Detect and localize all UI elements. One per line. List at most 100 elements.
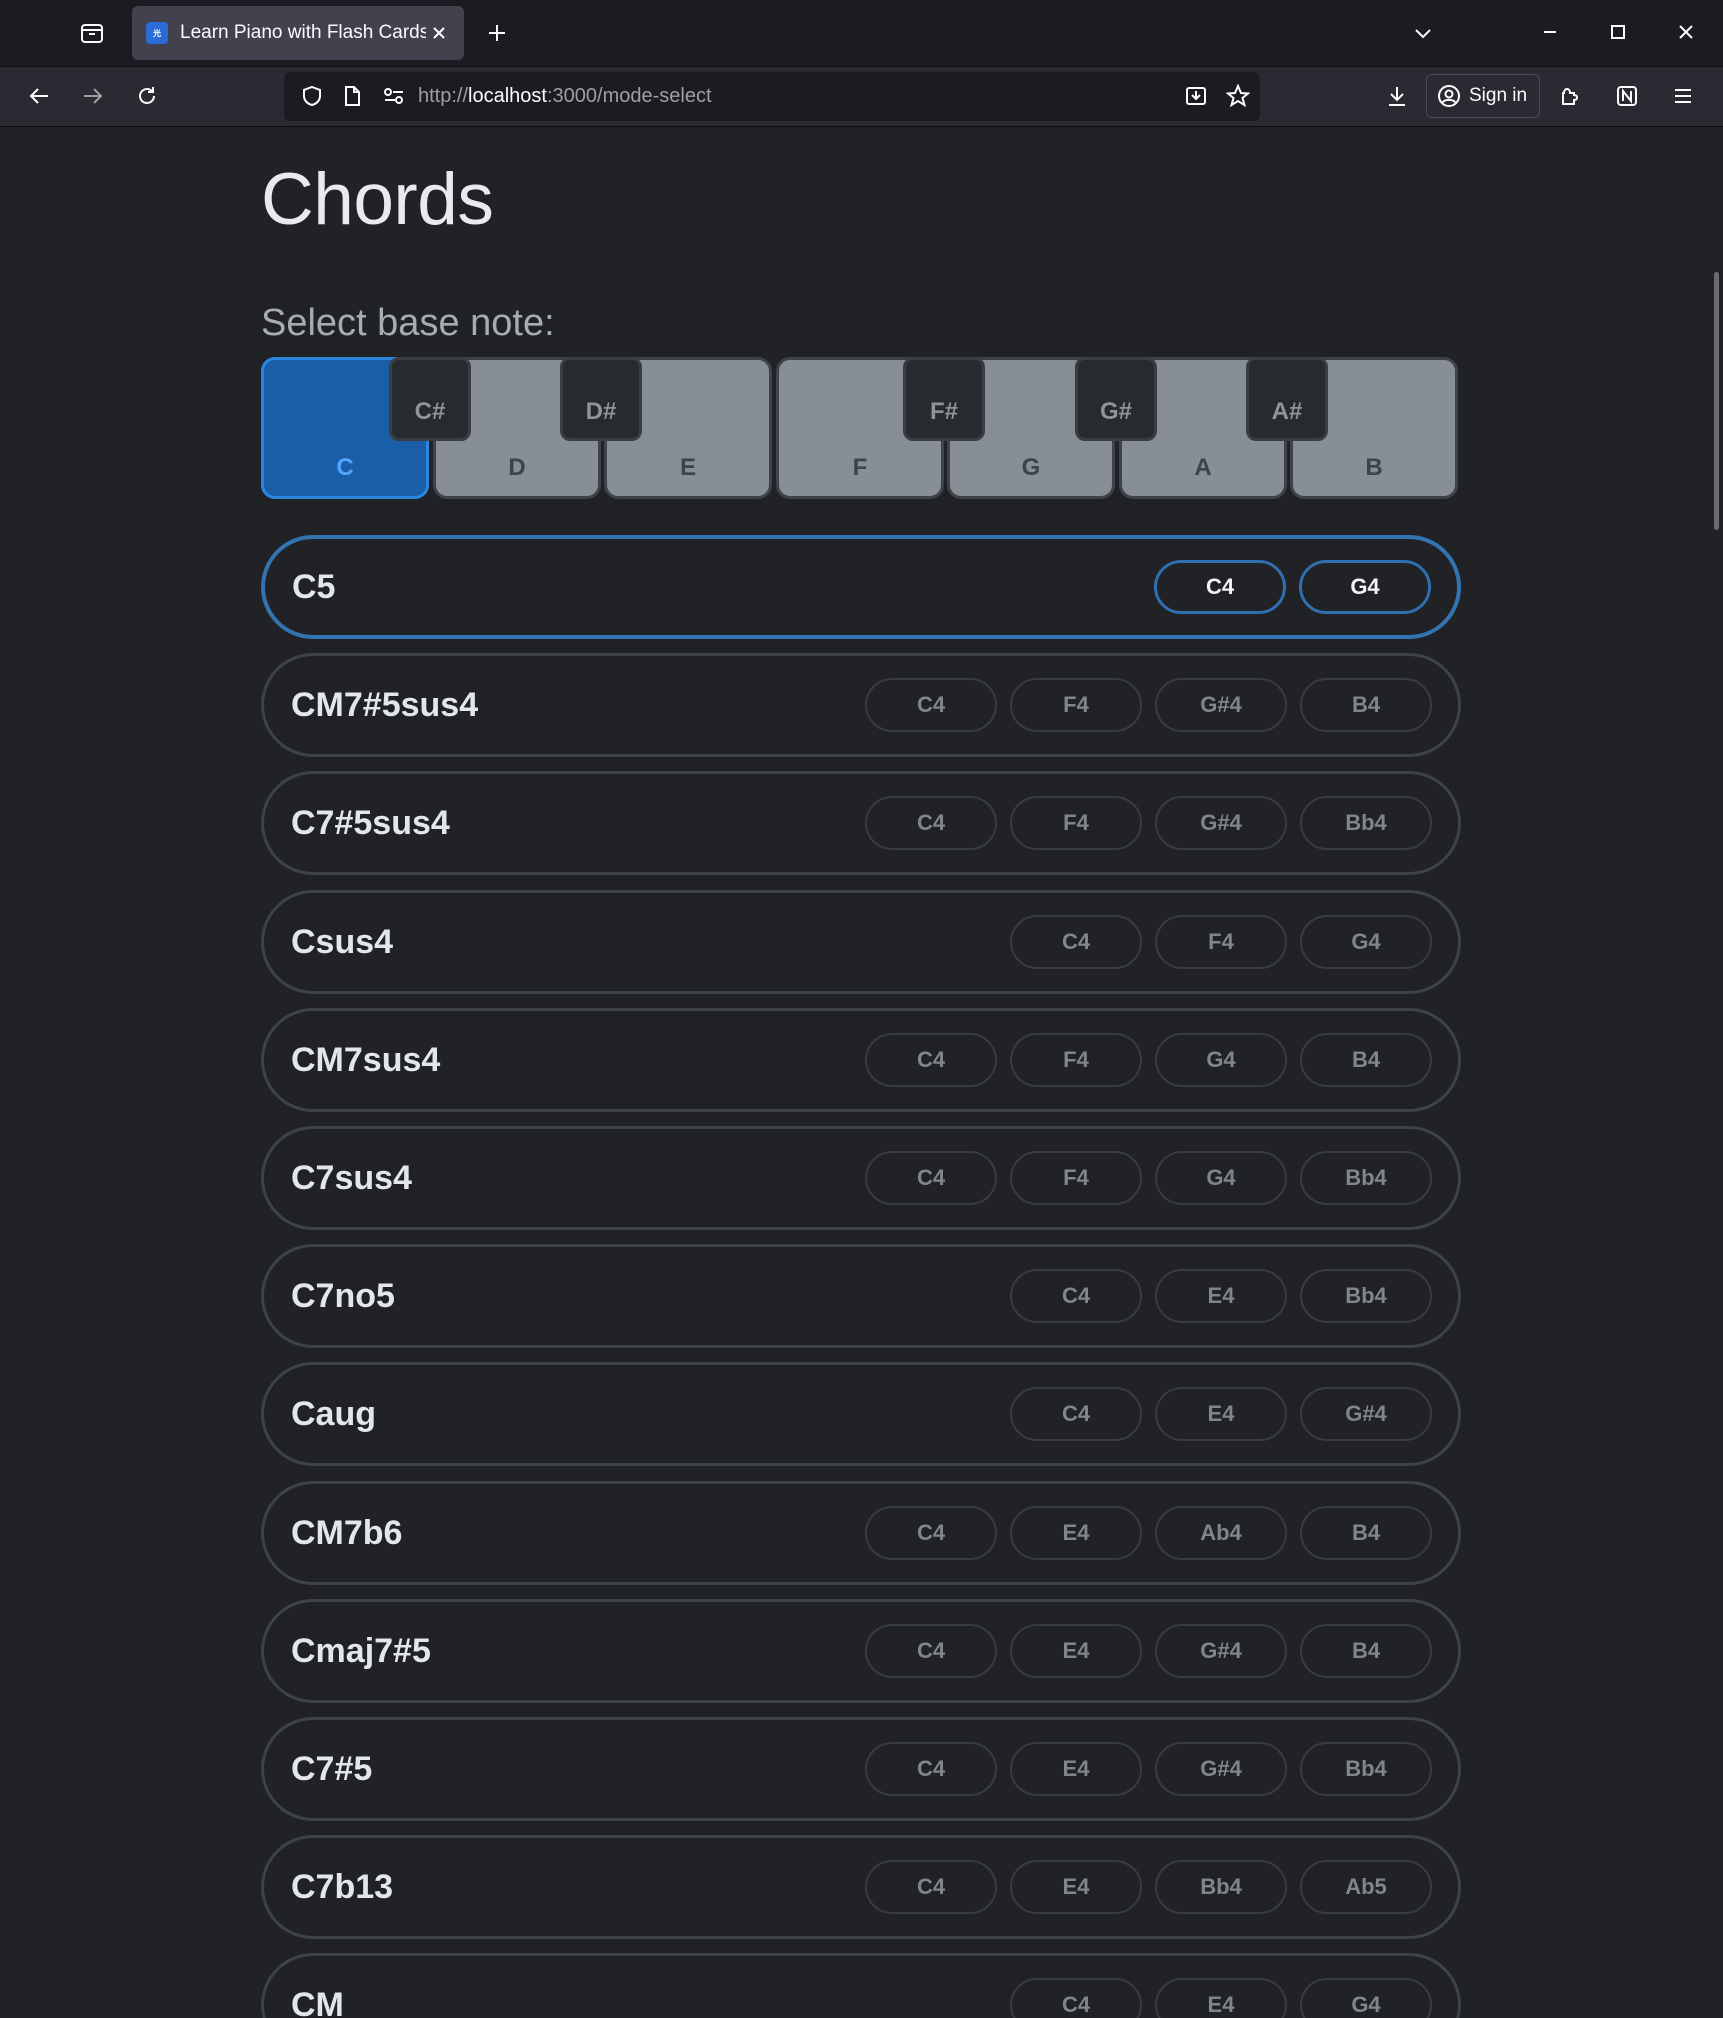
chord-row[interactable]: C7#5 C4 E4 G#4 Bb4: [261, 1717, 1461, 1821]
chord-notes: C4 E4 Ab4 B4: [865, 1506, 1432, 1560]
note-pill: Bb4: [1155, 1860, 1287, 1914]
chord-row[interactable]: CM7b6 C4 E4 Ab4 B4: [261, 1481, 1461, 1585]
note-pill: Bb4: [1300, 1742, 1432, 1796]
download-icon[interactable]: [1376, 75, 1418, 117]
browser-nav-bar: http://localhost:3000/mode-select Sign i…: [0, 67, 1723, 127]
chord-row[interactable]: C7b13 C4 E4 Bb4 Ab5: [261, 1835, 1461, 1939]
page-info-icon[interactable]: [334, 78, 370, 114]
note-pill: C4: [865, 1506, 997, 1560]
chord-notes: C4 F4 G4 Bb4: [865, 1151, 1432, 1205]
base-note-piano: C D E F G A B C# D# F# G# A#: [261, 357, 1461, 499]
account-icon: [1438, 85, 1460, 107]
chord-notes: C4 E4 Bb4 Ab5: [865, 1860, 1432, 1914]
note-pill: G4: [1300, 915, 1432, 969]
scrollbar-thumb[interactable]: [1714, 272, 1719, 530]
note-pill: E4: [1155, 1978, 1287, 2018]
sign-in-button[interactable]: Sign in: [1426, 74, 1540, 118]
chord-notes: C4 F4 G4 B4: [865, 1033, 1432, 1087]
piano-key-a-sharp[interactable]: A#: [1246, 357, 1328, 441]
chord-row[interactable]: C7no5 C4 E4 Bb4: [261, 1244, 1461, 1348]
chord-row[interactable]: CM7sus4 C4 F4 G4 B4: [261, 1008, 1461, 1112]
chord-row[interactable]: Cmaj7#5 C4 E4 G#4 B4: [261, 1599, 1461, 1703]
sign-in-label: Sign in: [1469, 85, 1528, 106]
chord-notes: C4 G4: [1154, 560, 1431, 614]
url-scheme: http://: [418, 85, 469, 107]
chord-row[interactable]: C7sus4 C4 F4 G4 Bb4: [261, 1126, 1461, 1230]
note-pill: B4: [1300, 678, 1432, 732]
url-host: localhost: [468, 85, 547, 107]
page-title: Chords: [261, 159, 494, 240]
note-pill: G#4: [1300, 1387, 1432, 1441]
window-close-icon[interactable]: [1666, 10, 1706, 54]
note-pill: Bb4: [1300, 796, 1432, 850]
note-pill: B4: [1300, 1624, 1432, 1678]
hamburger-menu-icon[interactable]: [1662, 75, 1704, 117]
note-pill: C4: [1010, 1387, 1142, 1441]
note-pill: E4: [1010, 1506, 1142, 1560]
note-pill: B4: [1300, 1033, 1432, 1087]
minimize-icon[interactable]: [1530, 10, 1570, 54]
bookmark-star-icon[interactable]: [1220, 78, 1256, 114]
page-viewport: Chords Select base note: C D E F G A B C…: [0, 127, 1723, 2018]
maximize-icon[interactable]: [1598, 10, 1638, 54]
chord-name: C7#5sus4: [291, 803, 450, 842]
note-pill: F4: [1010, 678, 1142, 732]
install-app-icon[interactable]: [1178, 78, 1214, 114]
chord-row[interactable]: CM7#5sus4 C4 F4 G#4 B4: [261, 653, 1461, 757]
tab-favicon-icon: 光: [146, 22, 168, 44]
chord-row[interactable]: Csus4 C4 F4 G4: [261, 890, 1461, 994]
tab-close-icon[interactable]: [426, 20, 452, 46]
chord-name: C7#5: [291, 1749, 373, 1788]
note-pill: G#4: [1155, 678, 1287, 732]
note-pill: C4: [865, 678, 997, 732]
extensions-puzzle-icon[interactable]: [1550, 75, 1592, 117]
piano-key-g-sharp[interactable]: G#: [1075, 357, 1157, 441]
chord-row[interactable]: C7#5sus4 C4 F4 G#4 Bb4: [261, 771, 1461, 875]
note-pill: E4: [1010, 1742, 1142, 1796]
active-tab[interactable]: 光 Learn Piano with Flash Cards: [132, 6, 464, 60]
note-pill: B4: [1300, 1506, 1432, 1560]
note-pill: F4: [1010, 1151, 1142, 1205]
piano-key-d-sharp[interactable]: D#: [560, 357, 642, 441]
note-pill: G#4: [1155, 1742, 1287, 1796]
chevron-down-icon[interactable]: [1404, 14, 1442, 52]
note-pill: C4: [1010, 1978, 1142, 2018]
chord-notes: C4 F4 G#4 Bb4: [865, 796, 1432, 850]
back-arrow-icon[interactable]: [18, 75, 60, 117]
chord-row[interactable]: Caug C4 E4 G#4: [261, 1362, 1461, 1466]
note-pill: C4: [865, 1151, 997, 1205]
base-note-label: Select base note:: [261, 302, 555, 344]
permissions-icon[interactable]: [376, 78, 412, 114]
url-text[interactable]: http://localhost:3000/mode-select: [418, 72, 712, 121]
note-pill: C4: [1010, 1269, 1142, 1323]
chord-row[interactable]: CM C4 E4 G4: [261, 1953, 1461, 2018]
chord-name: CM7#5sus4: [291, 685, 479, 724]
note-pill: C4: [865, 1624, 997, 1678]
chord-name: Caug: [291, 1394, 376, 1433]
chord-name: C7no5: [291, 1276, 395, 1315]
note-pill: Bb4: [1300, 1269, 1432, 1323]
new-tab-plus-icon[interactable]: [478, 14, 516, 52]
piano-key-c-sharp[interactable]: C#: [389, 357, 471, 441]
note-pill: C4: [1010, 915, 1142, 969]
tab-overview-icon[interactable]: [70, 14, 114, 52]
note-pill: G4: [1155, 1151, 1287, 1205]
note-pill: G#4: [1155, 1624, 1287, 1678]
chord-notes: C4 E4 G#4 Bb4: [865, 1742, 1432, 1796]
note-pill: Bb4: [1300, 1151, 1432, 1205]
note-pill: Ab4: [1155, 1506, 1287, 1560]
note-pill: F4: [1010, 796, 1142, 850]
piano-key-f-sharp[interactable]: F#: [903, 357, 985, 441]
chord-name: CM: [291, 1985, 344, 2018]
forward-arrow-icon[interactable]: [72, 75, 114, 117]
chord-name: CM7b6: [291, 1513, 403, 1552]
note-pill: G#4: [1155, 796, 1287, 850]
note-pill: C4: [1154, 560, 1286, 614]
reload-icon[interactable]: [126, 75, 168, 117]
notion-extension-icon[interactable]: [1606, 75, 1648, 117]
shield-icon[interactable]: [294, 78, 330, 114]
note-pill: C4: [865, 796, 997, 850]
address-bar[interactable]: http://localhost:3000/mode-select: [284, 72, 1260, 121]
chord-name: C7sus4: [291, 1158, 412, 1197]
chord-row[interactable]: C5 C4 G4: [261, 535, 1461, 639]
